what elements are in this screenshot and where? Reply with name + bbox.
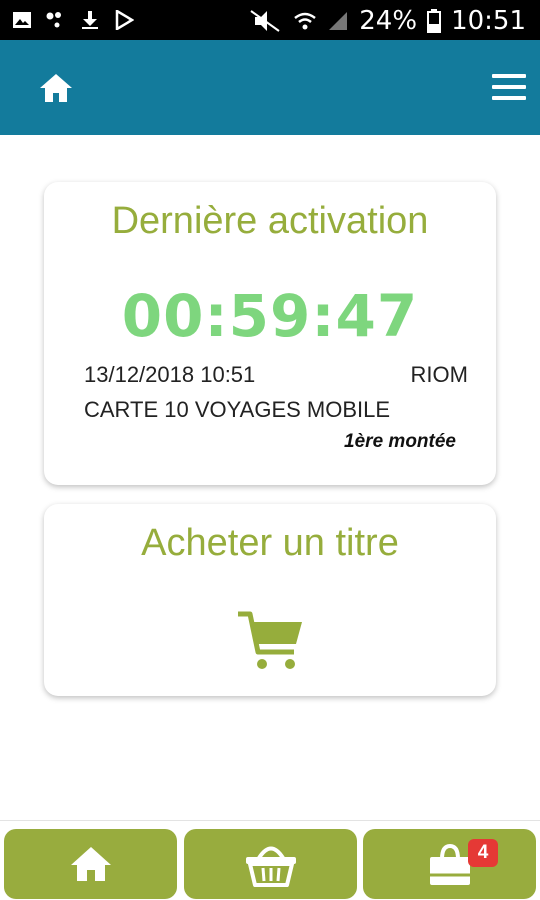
home-icon <box>70 847 111 881</box>
buy-ticket-title: Acheter un titre <box>141 522 399 564</box>
image-icon <box>13 12 31 28</box>
activation-card-title: Dernière activation <box>111 200 429 242</box>
shopping-cart-icon[interactable] <box>236 610 306 672</box>
signal-icon <box>329 12 348 30</box>
status-bar: 24% 10:51 <box>0 0 540 40</box>
app-header <box>0 40 540 135</box>
cart-count-badge: 4 <box>468 839 498 867</box>
activation-stage: 1ère montée <box>344 431 456 452</box>
status-right: 24% 10:51 <box>249 6 526 36</box>
hamburger-menu-icon[interactable] <box>492 74 526 100</box>
share-icon <box>46 12 61 28</box>
battery-percent: 24% <box>359 6 418 36</box>
play-store-icon <box>115 10 134 30</box>
home-icon[interactable] <box>38 72 74 104</box>
activation-product: CARTE 10 VOYAGES MOBILE <box>84 397 391 422</box>
nav-orders-button[interactable]: 4 <box>363 829 536 899</box>
download-icon <box>82 11 98 29</box>
wifi-icon <box>294 12 317 30</box>
battery-icon <box>427 9 442 33</box>
activation-city: RIOM <box>410 362 468 387</box>
notification-icons <box>12 10 134 30</box>
bottom-navigation: 4 <box>0 820 540 900</box>
clock: 10:51 <box>451 6 526 36</box>
buy-ticket-card[interactable]: Acheter un titre <box>44 504 496 696</box>
basket-icon <box>245 846 296 887</box>
last-activation-card[interactable]: Dernière activation 00:59:47 13/12/2018 … <box>44 182 496 485</box>
nav-basket-button[interactable] <box>184 829 357 899</box>
activation-timer: 00:59:47 <box>121 282 419 350</box>
nav-home-button[interactable] <box>4 829 177 899</box>
mute-icon <box>250 10 280 32</box>
shopping-bag-icon <box>429 843 470 885</box>
activation-date: 13/12/2018 10:51 <box>84 362 256 387</box>
